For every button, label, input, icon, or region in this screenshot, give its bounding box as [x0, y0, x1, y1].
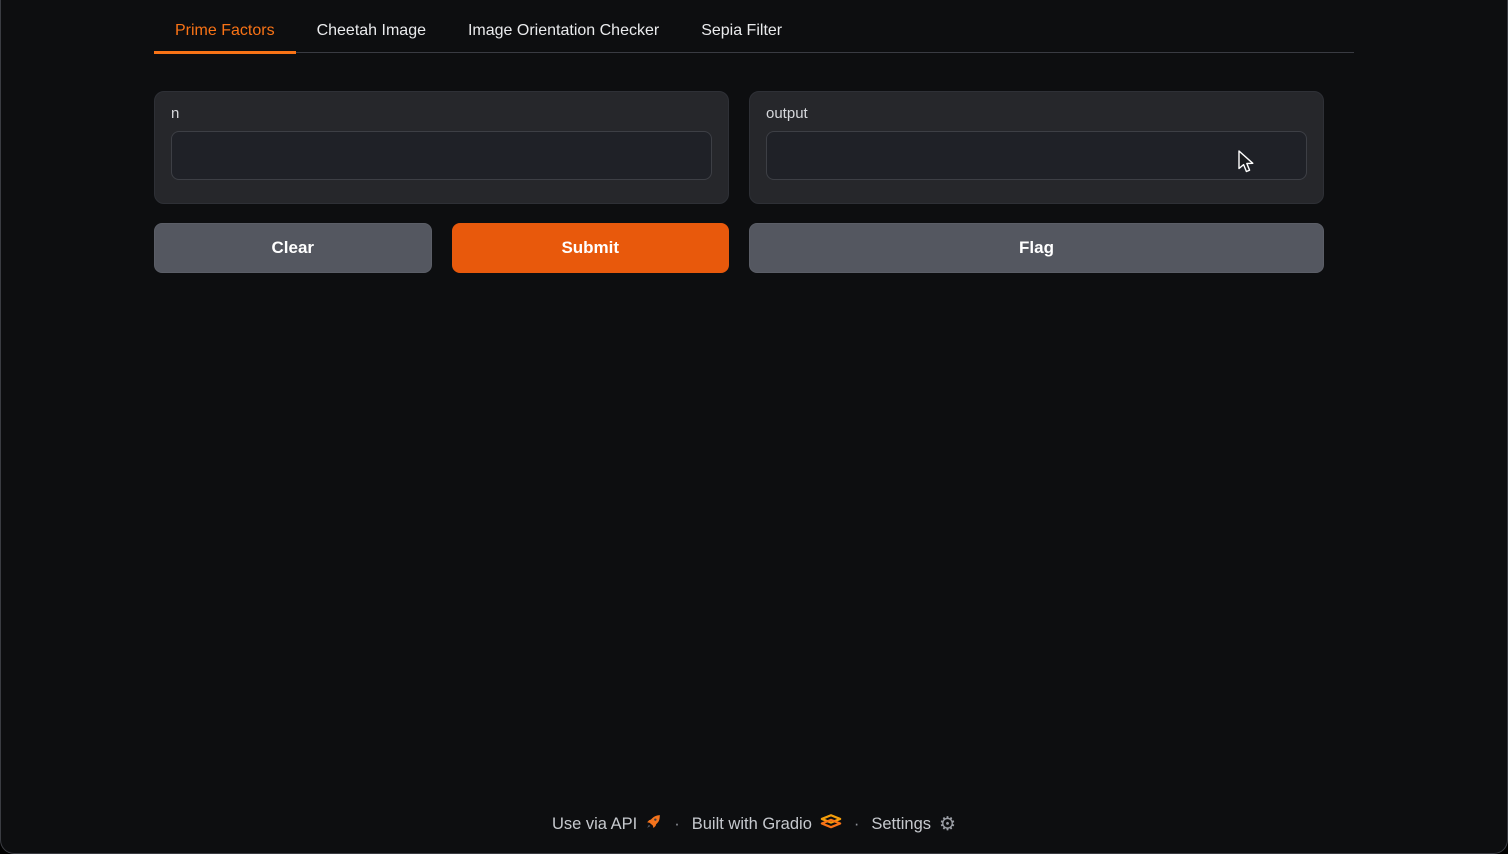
- footer: Use via API · Built with Gradio · Settin…: [1, 813, 1507, 835]
- built-with-gradio-link[interactable]: Built with Gradio: [692, 814, 842, 834]
- input-column: n Clear Submit: [154, 91, 729, 273]
- n-input[interactable]: [171, 131, 712, 180]
- rocket-icon: [645, 813, 662, 835]
- output-column: output Flag: [749, 91, 1324, 273]
- settings-label: Settings: [871, 815, 931, 834]
- input-button-row: Clear Submit: [154, 223, 729, 273]
- clear-button[interactable]: Clear: [154, 223, 432, 273]
- use-via-api-label: Use via API: [552, 815, 637, 834]
- use-via-api-link[interactable]: Use via API: [552, 813, 662, 835]
- input-panel: n: [154, 91, 729, 204]
- settings-link[interactable]: Settings ⚙: [871, 815, 956, 834]
- main-container: Prime Factors Cheetah Image Image Orient…: [154, 0, 1354, 273]
- footer-separator-2: ·: [854, 815, 860, 834]
- tab-cheetah-image[interactable]: Cheetah Image: [296, 12, 447, 54]
- input-label: n: [171, 105, 712, 122]
- gear-icon: ⚙: [939, 815, 956, 834]
- footer-separator: ·: [674, 815, 680, 834]
- submit-button[interactable]: Submit: [452, 223, 730, 273]
- built-with-gradio-label: Built with Gradio: [692, 815, 812, 834]
- output-button-row: Flag: [749, 223, 1324, 273]
- gradio-app-window: Prime Factors Cheetah Image Image Orient…: [0, 0, 1508, 854]
- output-label: output: [766, 105, 1307, 122]
- tab-sepia-filter[interactable]: Sepia Filter: [680, 12, 803, 54]
- output-field[interactable]: [766, 131, 1307, 180]
- flag-button[interactable]: Flag: [749, 223, 1324, 273]
- output-panel: output: [749, 91, 1324, 204]
- tab-bar: Prime Factors Cheetah Image Image Orient…: [154, 12, 1354, 53]
- tab-image-orientation-checker[interactable]: Image Orientation Checker: [447, 12, 680, 54]
- gradio-logo-icon: [820, 814, 842, 834]
- tab-prime-factors[interactable]: Prime Factors: [154, 12, 296, 54]
- content-grid: n Clear Submit output Flag: [154, 91, 1354, 273]
